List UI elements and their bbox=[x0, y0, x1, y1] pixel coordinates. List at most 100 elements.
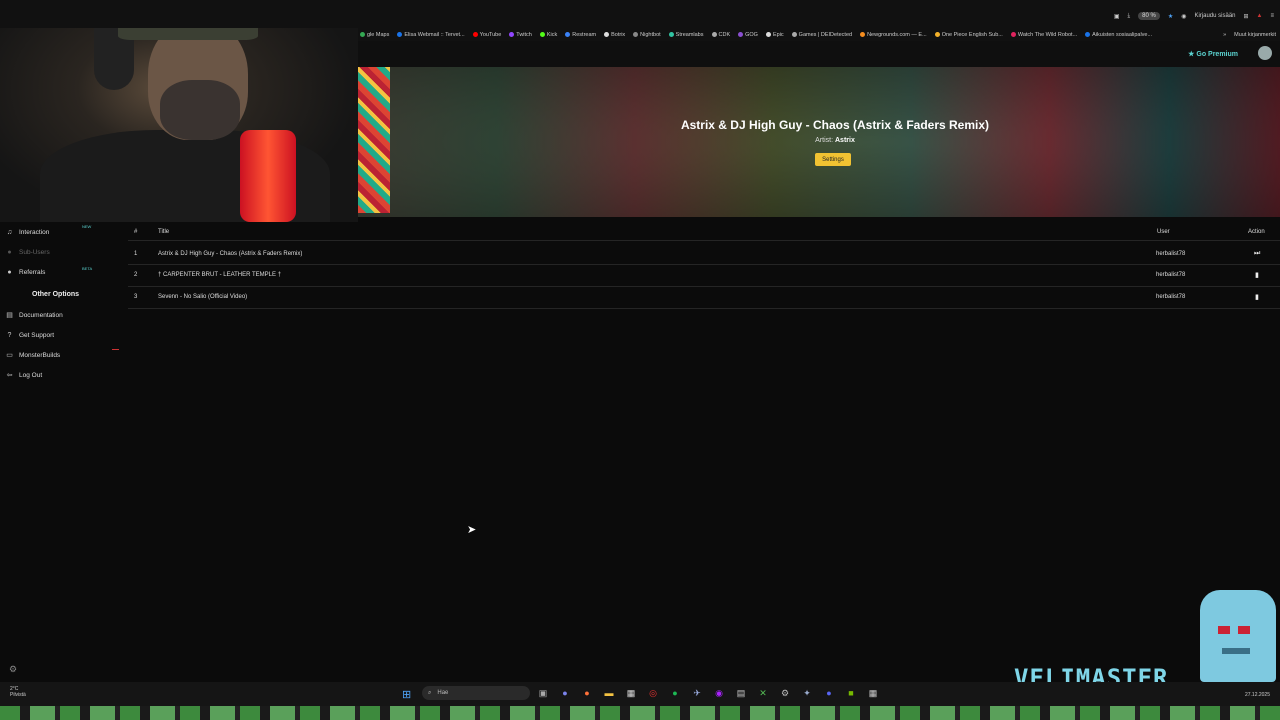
header-num: # bbox=[134, 229, 138, 235]
bookmark-item[interactable]: Nightbot bbox=[633, 32, 661, 38]
browser-toolbar-right: ▣ ⤓ 80 % ★ ◉ Kirjaudu sisään ⊞ ▲ ≡ bbox=[1114, 12, 1274, 20]
signin-link[interactable]: Kirjaudu sisään bbox=[1194, 13, 1235, 19]
bookmark-item[interactable]: Newgrounds.com — E... bbox=[860, 32, 927, 38]
bookmark-item[interactable]: Kick bbox=[539, 32, 557, 38]
bookmark-favicon-icon bbox=[860, 32, 866, 37]
taskbar-apps: ▣ ● ● ▬ ▦ ◎ ● ✈ ◉ ▤ ✕ ⚙ ✦ ● ■ ▦ bbox=[537, 687, 879, 699]
logout-icon: ⇦ bbox=[6, 371, 13, 379]
app-menu-icon[interactable]: ▲ bbox=[1257, 13, 1263, 19]
calculator-icon[interactable]: ▦ bbox=[625, 687, 637, 699]
xbox-icon[interactable]: ✕ bbox=[757, 687, 769, 699]
row-2-user: herbalist78 bbox=[1156, 272, 1186, 278]
bookmark-item[interactable]: Streamlabs bbox=[668, 32, 704, 38]
bookmark-item[interactable]: gle Maps bbox=[360, 32, 389, 38]
row-3-user: herbalist78 bbox=[1156, 294, 1186, 300]
zoom-badge[interactable]: 80 % bbox=[1138, 12, 1160, 20]
sidebar-item-get-support[interactable]: ? Get Support bbox=[6, 329, 96, 341]
teams-icon[interactable]: ● bbox=[559, 687, 571, 699]
row-2-title: † CARPENTER BRUT - LEATHER TEMPLE † bbox=[158, 272, 282, 278]
header-user[interactable]: User bbox=[1157, 229, 1170, 235]
app-icon[interactable]: ▤ bbox=[735, 687, 747, 699]
mascot-overlay bbox=[1200, 590, 1276, 682]
browser-toolbar bbox=[0, 0, 1280, 28]
store-icon[interactable]: ▦ bbox=[867, 687, 879, 699]
bookmark-favicon-icon bbox=[633, 32, 639, 37]
steam-icon[interactable]: ✈ bbox=[691, 687, 703, 699]
downloads-icon[interactable]: ⤓ bbox=[1127, 13, 1130, 20]
task-view-icon[interactable]: ▣ bbox=[537, 687, 549, 699]
bookmark-star-icon[interactable]: ★ bbox=[1168, 13, 1173, 20]
taskbar-search[interactable]: ⌕ Hae bbox=[422, 686, 530, 700]
monsterbuilds-indicator bbox=[112, 349, 119, 350]
bookmark-favicon-icon bbox=[711, 32, 717, 37]
row-1-title: Astrix & DJ High Guy - Chaos (Astrix & F… bbox=[158, 251, 303, 257]
opera-icon[interactable]: ◎ bbox=[647, 687, 659, 699]
webcam-red-lamp bbox=[240, 130, 296, 222]
bookmark-item[interactable]: Elisa Webmail :: Tervet... bbox=[397, 32, 465, 38]
bookmark-favicon-icon bbox=[565, 32, 571, 37]
bookmark-item[interactable]: Restream bbox=[565, 32, 596, 38]
row-divider bbox=[128, 240, 1280, 241]
bookmark-item[interactable]: Botrix bbox=[604, 32, 625, 38]
bookmark-favicon-icon bbox=[1010, 32, 1016, 37]
file-explorer-icon[interactable]: ▬ bbox=[603, 687, 615, 699]
bookmark-item[interactable]: YouTube bbox=[472, 32, 501, 38]
spotify-icon[interactable]: ● bbox=[669, 687, 681, 699]
header-action: Action bbox=[1248, 229, 1265, 235]
row-divider bbox=[128, 286, 1280, 287]
bookmarks-bar: gle Maps Elisa Webmail :: Tervet... YouTub… bbox=[358, 28, 1280, 41]
app-header bbox=[358, 41, 1280, 67]
menu-icon[interactable]: ≡ bbox=[1270, 13, 1274, 19]
bookmark-item[interactable]: GOG bbox=[738, 32, 758, 38]
nvidia-icon[interactable]: ■ bbox=[845, 687, 857, 699]
row-3-num: 3 bbox=[134, 294, 138, 300]
bookmark-item[interactable]: CDK bbox=[711, 32, 730, 38]
bookmark-item[interactable]: Aikuisten sosiaalipalve... bbox=[1085, 32, 1152, 38]
extensions-icon[interactable]: ▣ bbox=[1114, 13, 1120, 20]
users-icon: ● bbox=[7, 248, 12, 256]
settings-app-icon[interactable]: ⚙ bbox=[779, 687, 791, 699]
star-icon: ★ bbox=[1188, 51, 1195, 58]
sidebar-item-sub-users[interactable]: ● Sub-Users bbox=[6, 246, 96, 258]
trash-icon[interactable]: ▮ bbox=[1255, 271, 1259, 279]
sidebar-item-logout[interactable]: ⇦ Log Out bbox=[6, 369, 96, 381]
weather-widget[interactable]: 2°C Pilvistä bbox=[10, 686, 26, 698]
row-3-title: Sevenn - No Salio (Official Video) bbox=[158, 294, 248, 300]
mascot-eye bbox=[1238, 626, 1250, 634]
discord-icon[interactable]: ● bbox=[823, 687, 835, 699]
bookmark-item[interactable]: Watch The Wild Robot... bbox=[1010, 32, 1077, 38]
account-icon[interactable]: ◉ bbox=[1181, 13, 1186, 20]
trash-icon[interactable]: ▮ bbox=[1255, 293, 1259, 301]
other-bookmarks[interactable]: Muut kirjanmerkit bbox=[1234, 32, 1276, 38]
group-icon: ● bbox=[7, 268, 12, 276]
network-icon[interactable]: ✦ bbox=[801, 687, 813, 699]
sidebar-item-monsterbuilds[interactable]: ▭ MonsterBuilds bbox=[6, 349, 96, 361]
bookmark-favicon-icon bbox=[1085, 32, 1091, 37]
obs-icon[interactable]: ◉ bbox=[713, 687, 725, 699]
bookmark-favicon-icon bbox=[604, 32, 610, 37]
question-icon: ? bbox=[7, 331, 12, 339]
sidebar-item-documentation[interactable]: ▤ Documentation bbox=[6, 309, 96, 321]
bookmark-favicon-icon bbox=[765, 32, 771, 37]
row-2-num: 2 bbox=[134, 272, 138, 278]
settings-button[interactable]: Settings bbox=[815, 153, 851, 166]
bookmark-item[interactable]: One Piece English Sub... bbox=[934, 32, 1003, 38]
go-premium-link[interactable]: ★ Go Premium bbox=[1188, 50, 1238, 58]
album-cover bbox=[358, 67, 390, 213]
user-avatar[interactable] bbox=[1258, 46, 1272, 60]
bookmark-item[interactable]: Epic bbox=[765, 32, 784, 38]
bookmark-item[interactable]: Games | DEIDetected bbox=[791, 32, 852, 38]
bookmark-favicon-icon bbox=[791, 32, 797, 37]
gear-icon[interactable]: ⚙ bbox=[9, 664, 17, 675]
skip-icon[interactable]: ⏭ bbox=[1254, 250, 1260, 258]
taskbar-clock[interactable]: 27.12.2025 bbox=[1245, 692, 1270, 698]
chevron-double-right-icon[interactable]: » bbox=[1223, 32, 1226, 38]
music-icon: ♫ bbox=[6, 228, 13, 236]
now-playing-artist: Artist: Astrix bbox=[815, 137, 855, 144]
mascot-mouth bbox=[1222, 648, 1250, 654]
header-title[interactable]: Title bbox=[158, 229, 169, 235]
bookmark-item[interactable]: Twitch bbox=[509, 32, 532, 38]
extensions-puzzle-icon[interactable]: ⊞ bbox=[1244, 13, 1249, 20]
firefox-icon[interactable]: ● bbox=[581, 687, 593, 699]
windows-start-icon[interactable]: ⊞ bbox=[402, 688, 411, 701]
